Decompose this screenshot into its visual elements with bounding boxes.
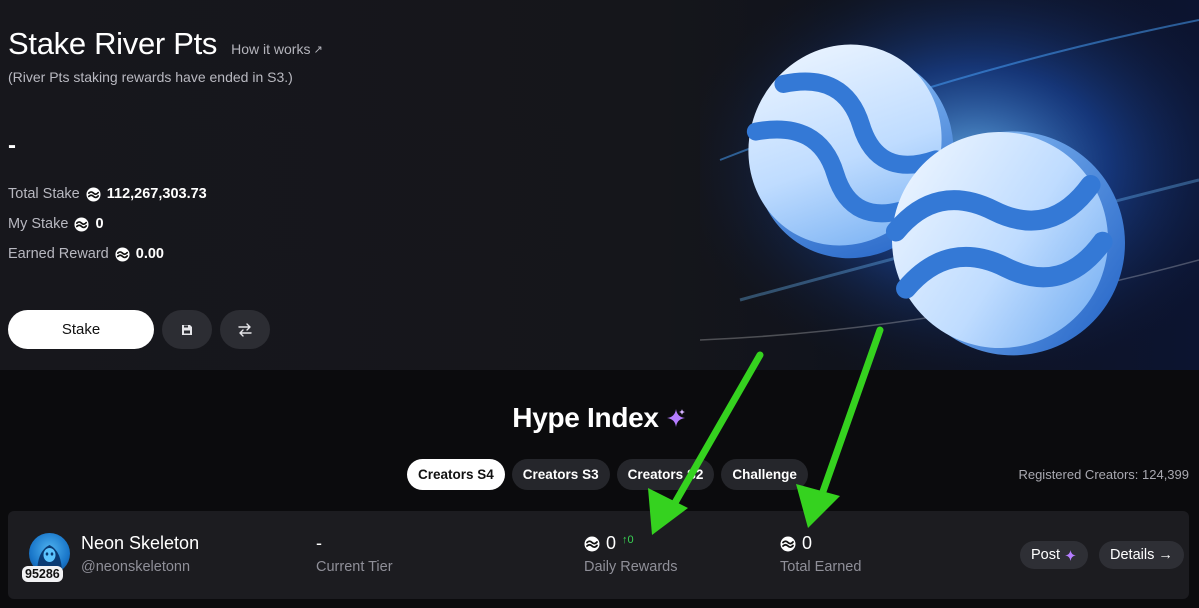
river-token-icon: [86, 186, 101, 202]
my-stake-value: 0: [95, 216, 104, 232]
how-it-works-label: How it works: [231, 41, 311, 57]
external-link-icon: ↗: [313, 43, 323, 56]
total-earned-value-group: 0: [780, 533, 812, 554]
swap-button[interactable]: [220, 310, 270, 349]
river-token-icon: [584, 536, 600, 551]
tab-creators-s2[interactable]: Creators S2: [616, 459, 715, 490]
daily-rewards-value-group: 0 ↑0: [584, 533, 634, 554]
daily-rewards-value: 0: [606, 533, 617, 553]
current-tier-value: -: [316, 533, 322, 553]
current-tier-label: Current Tier: [316, 559, 393, 575]
total-earned-label: Total Earned: [780, 559, 862, 575]
save-icon: [182, 324, 192, 335]
tab-challenge[interactable]: Challenge: [721, 459, 808, 490]
hype-index-section: Hype Index Creators S4 Creators S3 Creat…: [0, 370, 1199, 608]
sparkle-icon: [666, 409, 685, 427]
earned-reward-label: Earned Reward: [8, 246, 109, 262]
total-stake-label: Total Stake: [8, 186, 80, 202]
river-token-icon: [74, 216, 89, 232]
my-stake-label: My Stake: [8, 216, 69, 232]
staking-ended-notice: (River Pts staking rewards have ended in…: [8, 69, 293, 85]
swap-arrows-icon: [238, 322, 252, 337]
post-label: Post: [1031, 547, 1061, 563]
registered-creators-count: Registered Creators: 124,399: [1018, 467, 1189, 482]
creator-name: Neon Skeleton: [81, 533, 200, 553]
my-stake-row: My Stake 0: [8, 216, 104, 232]
post-button[interactable]: Post: [1020, 541, 1089, 569]
total-earned-value: 0: [802, 533, 813, 553]
stake-hero: Stake River Pts How it works ↗ (River Pt…: [0, 0, 1199, 370]
earned-reward-row: Earned Reward 0.00: [8, 246, 164, 262]
stake-apr-value: -: [8, 132, 16, 159]
daily-rewards-label: Daily Rewards: [584, 559, 678, 575]
earned-reward-value: 0.00: [135, 246, 164, 262]
tab-creators-s3[interactable]: Creators S3: [511, 459, 610, 490]
creator-rank-badge: 95286: [22, 566, 63, 582]
total-stake-value: 112,267,303.73: [106, 186, 207, 202]
season-tabs: Creators S4 Creators S3 Creators S2 Chal…: [407, 459, 808, 490]
hero-title-row: Stake River Pts How it works ↗: [8, 26, 323, 62]
river-token-icon: [780, 536, 796, 551]
details-button[interactable]: Details →: [1099, 541, 1184, 569]
sparkle-icon: [1065, 549, 1076, 561]
page-title: Stake River Pts: [8, 26, 218, 61]
river-coins-illustration: [700, 0, 1199, 370]
creator-row[interactable]: 95286 Neon Skeleton @neonskeletonn - Cur…: [8, 511, 1189, 599]
details-label: Details: [1110, 547, 1155, 563]
river-token-icon: [115, 246, 130, 262]
hype-title-row: Hype Index: [0, 402, 1199, 434]
tab-creators-s4[interactable]: Creators S4: [407, 459, 505, 490]
stake-button[interactable]: Stake: [8, 310, 154, 349]
arrow-right-icon: →: [1158, 547, 1173, 563]
creator-handle: @neonskeletonn: [81, 559, 191, 575]
total-stake-row: Total Stake 112,267,303.73: [8, 186, 207, 202]
daily-rewards-delta: ↑0: [622, 533, 634, 546]
hype-index-title: Hype Index: [512, 402, 659, 433]
how-it-works-link[interactable]: How it works ↗: [231, 41, 323, 57]
save-button[interactable]: [162, 310, 212, 349]
